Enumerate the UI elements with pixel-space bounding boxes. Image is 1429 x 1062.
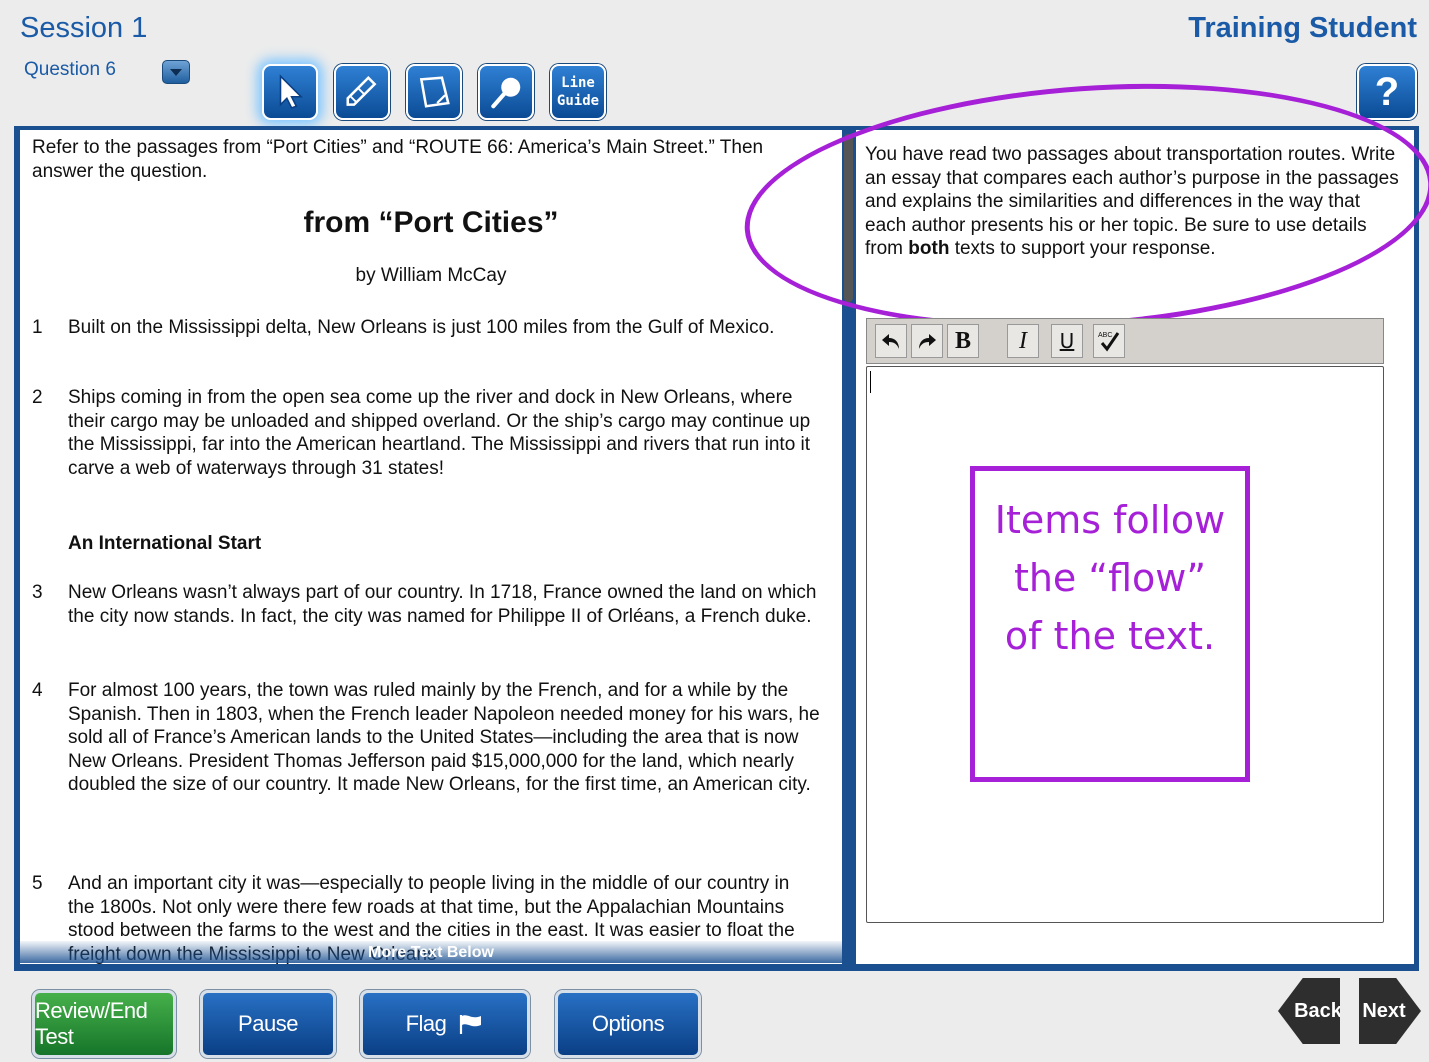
passage-intro: Refer to the passages from “Port Cities”… — [32, 137, 764, 182]
bold-button[interactable]: B — [947, 324, 979, 358]
text-caret — [870, 371, 871, 393]
passage-pane[interactable]: Refer to the passages from “Port Cities”… — [20, 130, 842, 964]
pause-button[interactable]: Pause — [200, 990, 336, 1058]
redo-button[interactable] — [911, 324, 943, 358]
spellcheck-abc-text: ABC — [1098, 332, 1112, 339]
review-end-test-label: Review/End Test — [35, 998, 148, 1049]
paragraph-number: 3 — [32, 582, 43, 603]
undo-icon — [882, 334, 899, 349]
underline-button[interactable]: U — [1051, 324, 1083, 358]
callout-line: Items follow — [994, 498, 1226, 542]
callout-line: the “flow” — [1013, 556, 1207, 600]
pointer-tool-button[interactable] — [262, 64, 318, 120]
notepad-icon — [419, 76, 450, 108]
paragraph-text: Built on the Mississippi delta, New Orle… — [68, 317, 775, 338]
paragraph-text: New Orleans wasn’t always part of our co… — [68, 582, 817, 627]
passage-title: from “Port Cities” — [303, 206, 559, 239]
line-guide-label-line2: Guide — [556, 93, 600, 109]
pause-label: Pause — [238, 1011, 298, 1036]
spellcheck-icon: ABC — [1098, 332, 1120, 352]
pointer-icon — [279, 74, 303, 109]
line-guide-label-line1: Line — [561, 75, 595, 91]
question-label: Question 6 — [24, 59, 116, 80]
line-guide-tool-button[interactable]: Line Guide — [550, 64, 606, 120]
magnifier-icon — [491, 77, 521, 109]
callout-line: of the text. — [1004, 614, 1216, 658]
more-text-below-indicator[interactable]: More Text Below — [20, 941, 842, 963]
passage-byline: by William McCay — [355, 265, 507, 286]
undo-button[interactable] — [875, 324, 907, 358]
student-name: Training Student — [1188, 12, 1417, 44]
spellcheck-button[interactable]: ABC — [1093, 324, 1125, 358]
flag-button[interactable]: Flag — [360, 990, 530, 1058]
passage-subheading: An International Start — [68, 533, 262, 554]
question-dropdown-button[interactable] — [162, 60, 190, 84]
help-button[interactable]: ? — [1357, 64, 1417, 120]
paragraph-number: 2 — [32, 387, 43, 408]
paragraph-number: 5 — [32, 873, 43, 894]
editor-toolbar: B I U ABC — [866, 318, 1384, 364]
review-end-test-button[interactable]: Review/End Test — [32, 990, 176, 1058]
highlighter-tool-button[interactable] — [334, 64, 390, 120]
paragraph-number: 1 — [32, 317, 43, 338]
session-title: Session 1 — [20, 12, 148, 44]
magnifier-tool-button[interactable] — [478, 64, 534, 120]
annotation-callout: Items follow the “flow” of the text. — [970, 466, 1250, 782]
paragraph-text: Ships coming in from the open sea come u… — [68, 387, 811, 479]
paragraph-text: For almost 100 years, the town was ruled… — [68, 680, 820, 795]
options-label: Options — [591, 1011, 665, 1036]
highlighter-icon — [346, 75, 377, 106]
notepad-tool-button[interactable] — [406, 64, 462, 120]
italic-button[interactable]: I — [1007, 324, 1039, 358]
paragraph-number: 4 — [32, 680, 43, 701]
line-guide-label: Line Guide — [557, 74, 599, 110]
flag-icon — [460, 1015, 482, 1034]
redo-icon — [919, 334, 936, 349]
options-button[interactable]: Options — [555, 990, 701, 1058]
flag-label: Flag — [405, 1011, 447, 1036]
